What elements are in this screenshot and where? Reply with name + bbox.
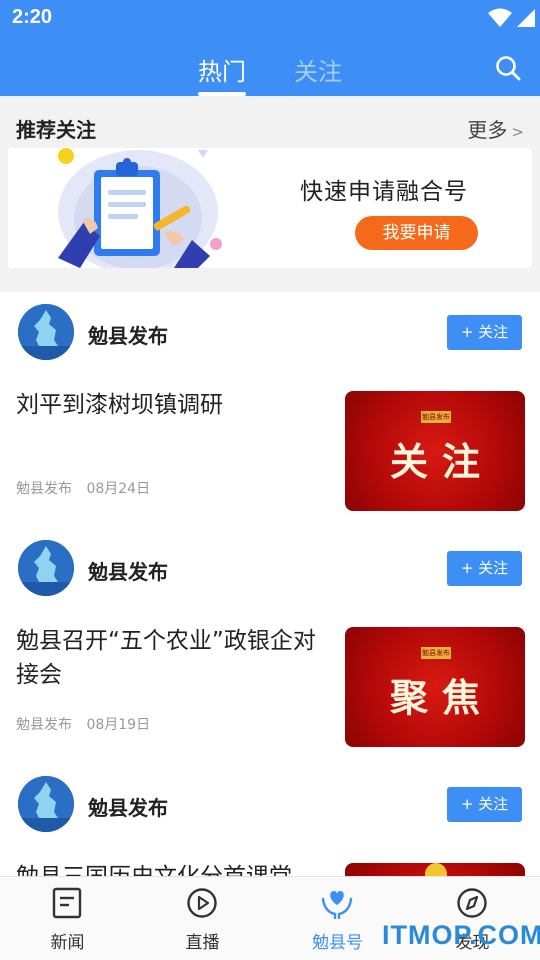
follow-button[interactable]: + 关注 [447,315,522,350]
chevron-right-icon: > [511,123,524,141]
status-bar: 2:20 [0,0,540,38]
article-thumbnail [345,863,525,876]
news-icon [52,887,82,919]
more-label: 更多 [467,118,508,142]
wifi-icon [488,8,512,27]
app-header: 2:20 热门 关注 [0,0,540,96]
article-source: 勉县发布 [16,717,72,733]
tab-hot[interactable]: 热门 [198,52,246,87]
article-card[interactable]: 刘平到漆树坝镇调研 勉县发布 08月24日 勉县发布 关注 [0,378,540,511]
county-map-icon [18,540,74,596]
apply-card[interactable]: 快速申请融合号 我要申请 [8,148,532,268]
article-meta: 勉县发布 08月24日 [16,478,150,498]
feed-item: 勉县发布 + 关注 刘平到漆树坝镇调研 勉县发布 08月24日 勉县发布 关注 [0,292,540,528]
author-row: 勉县发布 + 关注 [0,292,540,372]
article-thumbnail: 勉县发布 关注 [345,391,525,511]
article-meta: 勉县发布 08月19日 [16,714,150,734]
site-watermark: ITMOP.COM [382,920,540,950]
author-name[interactable]: 勉县发布 [88,556,168,585]
thumbnail-badge: 勉县发布 [421,647,451,659]
more-link[interactable]: 更多 > [467,114,524,143]
nav-item-news[interactable]: 新闻 [0,877,135,960]
top-tabs: 热门 关注 [0,46,540,96]
county-map-icon [18,776,74,832]
article-date: 08月19日 [86,717,151,733]
sun-graphic [425,863,447,876]
recommend-section: 推荐关注 更多 > 快速申请融合号 我要申请 [0,96,540,284]
article-card[interactable]: 勉县召开“五个农业”政银企对接会 勉县发布 08月19日 勉县发布 聚焦 [0,614,540,747]
clipboard-illustration [58,148,222,268]
thumbnail-word: 关注 [389,439,494,484]
thumbnail-badge: 勉县发布 [421,411,451,423]
feed-item: 勉县发布 + 关注 勉县三国历史文化分首课堂 [0,764,540,876]
search-icon[interactable] [494,54,522,82]
cell-signal-icon [517,9,535,27]
article-title: 刘平到漆树坝镇调研 [16,392,223,418]
nav-item-live[interactable]: 直播 [135,877,270,960]
apply-card-title: 快速申请融合号 [300,179,468,205]
news-feed: 勉县发布 + 关注 刘平到漆树坝镇调研 勉县发布 08月24日 勉县发布 关注 [0,292,540,876]
heart-hands-icon [321,891,353,919]
section-divider [0,284,540,292]
follow-button[interactable]: + 关注 [447,551,522,586]
avatar[interactable] [18,304,74,360]
compass-icon [457,888,487,918]
recommend-title: 推荐关注 [16,118,96,142]
avatar[interactable] [18,776,74,832]
status-time: 2:20 [12,6,53,28]
article-date: 08月24日 [86,481,151,497]
thumbnail-word: 聚焦 [389,675,494,720]
author-row: 勉县发布 + 关注 [0,764,540,844]
follow-button[interactable]: + 关注 [447,787,522,822]
avatar[interactable] [18,540,74,596]
author-name[interactable]: 勉县发布 [88,320,168,349]
article-source: 勉县发布 [16,481,72,497]
article-title: 勉县三国历史文化分首课堂 [16,860,328,876]
nav-label: 新闻 [50,933,85,953]
play-icon [187,888,217,918]
feed-item: 勉县发布 + 关注 勉县召开“五个农业”政银企对接会 勉县发布 08月19日 勉… [0,528,540,764]
author-row: 勉县发布 + 关注 [0,528,540,608]
county-map-icon [18,304,74,360]
author-name[interactable]: 勉县发布 [88,792,168,821]
article-title: 勉县召开“五个农业”政银企对接会 [16,628,316,688]
nav-label: 直播 [185,933,220,953]
apply-button[interactable]: 我要申请 [355,216,478,250]
article-card[interactable]: 勉县三国历史文化分首课堂 [0,850,540,876]
article-thumbnail: 勉县发布 聚焦 [345,627,525,747]
tab-follow[interactable]: 关注 [294,52,342,87]
app-screen: 2:20 热门 关注 推荐关注 更多 > 快速申请融合号 我要申请 勉县发布 +… [0,0,540,960]
